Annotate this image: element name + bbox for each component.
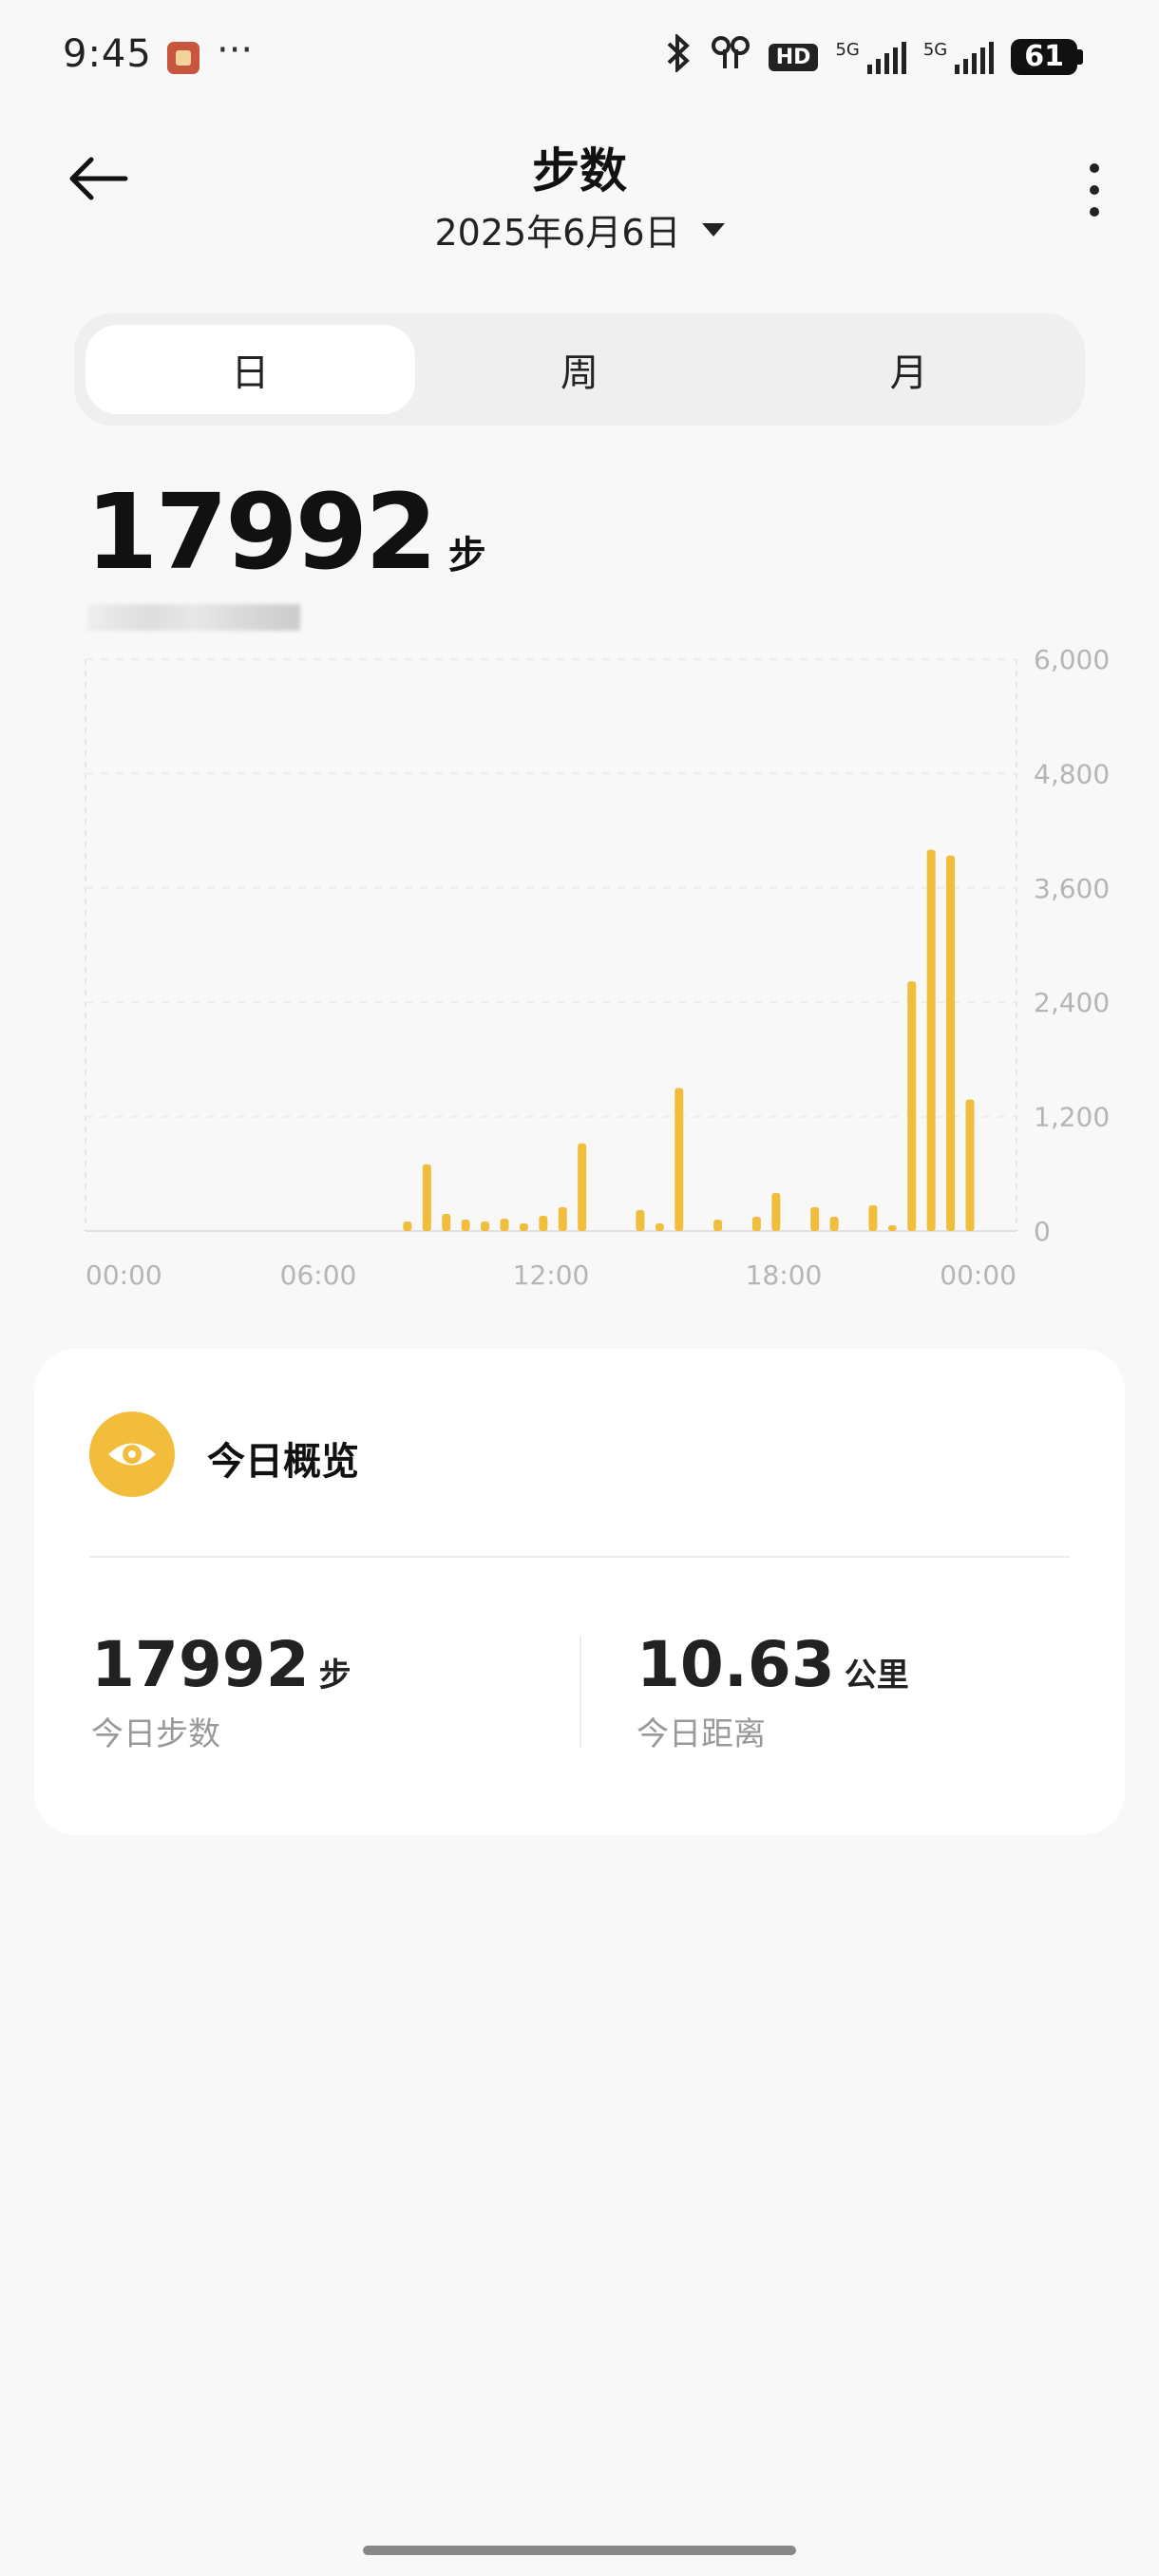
y-tick-label: 2,400 (1034, 987, 1110, 1018)
overview-card (34, 1349, 1125, 1835)
status-time: 9:45 (63, 32, 152, 76)
chart-bar (868, 1204, 878, 1231)
steps-stat-label: 今日步数 (91, 1715, 220, 1753)
more-options-button[interactable] (1085, 163, 1104, 217)
notification-app-icon (167, 42, 200, 74)
chart-bar (442, 1213, 451, 1231)
chart-bar (403, 1221, 412, 1231)
status-icons: HD 5G 5G 61 (664, 32, 1083, 81)
hd-call-icon: HD (768, 43, 819, 71)
steps-stat: 17992 步 (91, 1628, 352, 1701)
signal-icon: 5G (835, 40, 906, 74)
chart-bar (907, 981, 917, 1231)
chart-bar (481, 1221, 490, 1231)
battery-icon: 61 (1011, 39, 1083, 75)
signal-label-2: 5G (922, 40, 948, 60)
y-tick-label: 1,200 (1034, 1102, 1110, 1133)
chart-bar (578, 1143, 587, 1231)
total-steps-value: 17992 (86, 471, 438, 593)
date-label: 2025年6月6日 (434, 212, 681, 254)
more-notifications-icon: ··· (217, 28, 254, 72)
battery-level: 61 (1011, 39, 1077, 75)
chart-bar (965, 1099, 975, 1231)
overview-title: 今日概览 (207, 1440, 359, 1484)
chart-bar (636, 1209, 645, 1231)
distance-stat: 10.63 公里 (636, 1628, 909, 1701)
tab-month[interactable]: 月 (744, 325, 1074, 414)
chart-bar (655, 1222, 664, 1231)
total-steps-unit: 步 (447, 534, 486, 578)
distance-stat-label: 今日距离 (636, 1715, 766, 1753)
x-tick-label: 00:00 (86, 1260, 162, 1291)
distance-stat-unit: 公里 (844, 1657, 909, 1695)
x-tick-label: 18:00 (746, 1260, 823, 1291)
total-steps: 17992 步 (86, 471, 486, 593)
chart-bar (558, 1206, 567, 1231)
tab-day[interactable]: 日 (86, 325, 415, 414)
bluetooth-icon (664, 32, 693, 81)
y-tick-label: 3,600 (1034, 873, 1110, 904)
eye-icon (89, 1411, 175, 1497)
home-indicator[interactable] (363, 2546, 796, 2555)
blurred-subtitle (87, 604, 300, 631)
caret-down-icon (701, 222, 725, 237)
chart-bar (946, 855, 956, 1231)
chart-bar (829, 1216, 839, 1231)
x-tick-label: 12:00 (513, 1260, 590, 1291)
chart-bar (539, 1215, 548, 1231)
steps-stat-unit: 步 (318, 1657, 352, 1695)
chart-bar (926, 849, 936, 1231)
steps-stat-value: 17992 (91, 1628, 310, 1701)
period-tabs: 日 周 月 (74, 313, 1085, 426)
chart-bar (500, 1218, 509, 1231)
chart-bar (713, 1219, 723, 1231)
stat-divider (580, 1636, 581, 1748)
chart-bar (771, 1192, 781, 1231)
x-tick-label: 06:00 (280, 1260, 357, 1291)
chart-bar (461, 1219, 470, 1231)
y-tick-label: 0 (1034, 1216, 1051, 1247)
page-title: 步数 (532, 143, 627, 199)
earbuds-icon (710, 34, 751, 81)
distance-stat-value: 10.63 (636, 1628, 835, 1701)
y-tick-label: 6,000 (1034, 644, 1110, 675)
tab-week[interactable]: 周 (415, 325, 745, 414)
chart-bar (674, 1088, 684, 1231)
signal-icon-2: 5G (922, 40, 995, 74)
chart-bar (519, 1222, 528, 1231)
chart-bar (422, 1164, 431, 1231)
chart-bar (751, 1216, 761, 1231)
divider (89, 1556, 1070, 1558)
x-tick-label: 00:00 (940, 1260, 1016, 1291)
chart-bar (887, 1224, 897, 1231)
chart-bar (810, 1206, 820, 1231)
signal-label: 5G (835, 40, 860, 60)
y-tick-label: 4,800 (1034, 758, 1110, 789)
steps-chart: 6,000 4,800 3,600 2,400 1,200 0 00:00 06:00 12:0… (85, 644, 1110, 1291)
date-picker[interactable]: 2025年6月6日 (0, 203, 1159, 256)
